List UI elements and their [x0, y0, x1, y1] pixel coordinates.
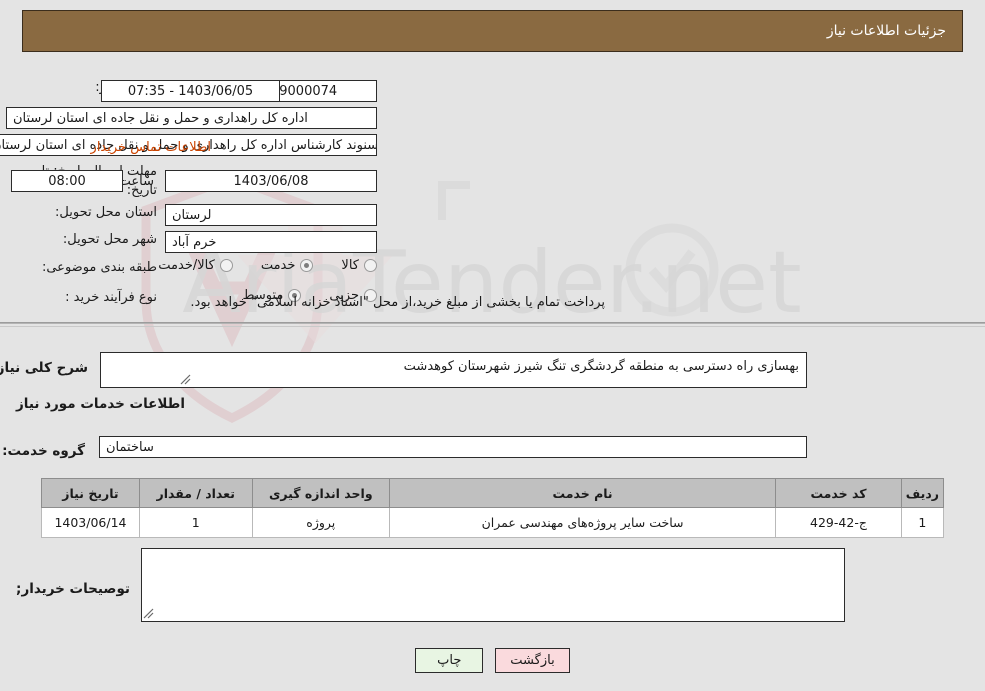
- description-resize-grip[interactable]: [180, 374, 191, 385]
- services-section-title: اطلاعات خدمات مورد نیاز: [15, 396, 185, 412]
- section-divider: [0, 322, 985, 324]
- city-row: شهر محل تحویل:: [63, 232, 157, 247]
- back-button[interactable]: بازگشت: [495, 648, 570, 673]
- province-value: لرستان: [165, 204, 377, 226]
- td-code: ج-42-429: [775, 507, 902, 538]
- buyer-org-value: اداره کل راهداری و حمل و نقل جاده ای است…: [6, 107, 377, 129]
- service-group-label: گروه خدمت:: [2, 443, 85, 459]
- action-button-bar: بازگشت چاپ: [0, 648, 985, 673]
- process-row: نوع فرآیند خرید :: [65, 290, 157, 305]
- buyer-comments-textarea[interactable]: [141, 548, 845, 622]
- description-label: شرح کلی نیاز:: [0, 360, 88, 376]
- category-radio-option-label: کالا: [341, 258, 359, 273]
- category-radio-option-0[interactable]: کالا: [341, 258, 377, 273]
- th-code: کد خدمت: [775, 478, 902, 508]
- page-title: جزئیات اطلاعات نیاز: [826, 23, 946, 39]
- td-name: ساخت سایر پروژه‌های مهندسی عمران: [388, 507, 777, 538]
- announce-date-value: 1403/06/05 - 07:35: [101, 80, 280, 102]
- process-note: پرداخت تمام یا بخشی از مبلغ خرید،از محل …: [190, 295, 605, 310]
- print-button[interactable]: چاپ: [415, 648, 484, 673]
- description-textarea[interactable]: بهسازی راه دسترسی به منطقه گردشگری تنگ ش…: [100, 352, 807, 388]
- th-index: ردیف: [900, 478, 945, 508]
- td-index: 1: [900, 507, 945, 538]
- td-date: 1403/06/14: [41, 507, 140, 538]
- category-radio-option-2[interactable]: کالا/خدمت: [158, 258, 233, 273]
- th-unit: واحد اندازه گیری: [251, 478, 391, 508]
- province-label: استان محل تحویل:: [55, 205, 157, 220]
- process-label: نوع فرآیند خرید :: [65, 290, 157, 305]
- td-unit: پروژه: [251, 507, 391, 538]
- service-group-value: ساختمان: [99, 436, 807, 458]
- services-table: ردیف کد خدمت نام خدمت واحد اندازه گیری ت…: [41, 478, 945, 538]
- radio-icon[interactable]: [219, 259, 233, 272]
- category-radio-option-label: خدمت: [260, 258, 296, 273]
- buyer-comments-resize-grip[interactable]: [143, 608, 154, 619]
- th-date: تاریخ نیاز: [41, 478, 140, 508]
- deadline-time-value: 08:00: [11, 170, 123, 192]
- td-quantity: 1: [138, 507, 253, 538]
- category-radio-option-label: کالا/خدمت: [158, 258, 215, 273]
- table-header-row: ردیف کد خدمت نام خدمت واحد اندازه گیری ت…: [41, 478, 945, 508]
- deadline-date-value: 1403/06/08: [165, 170, 377, 192]
- page-header: جزئیات اطلاعات نیاز: [22, 10, 963, 52]
- radio-icon[interactable]: [364, 259, 377, 272]
- city-label: شهر محل تحویل:: [62, 232, 157, 247]
- th-name: نام خدمت: [388, 478, 777, 508]
- category-radio-group[interactable]: کالا خدمت کالا/خدمت: [134, 258, 377, 273]
- radio-icon[interactable]: [300, 259, 314, 272]
- city-value: خرم آباد: [165, 231, 377, 253]
- buyer-comments-label: توصیحات خریدار;: [16, 581, 130, 597]
- section-divider-shadow: [0, 326, 985, 327]
- th-quantity: تعداد / مقدار: [138, 478, 253, 508]
- buyer-contact-link[interactable]: اطلاعات تماس خریدار: [87, 140, 215, 155]
- province-row: استان محل تحویل:: [55, 205, 157, 220]
- category-radio-option-1[interactable]: خدمت: [261, 258, 314, 273]
- table-row[interactable]: 1 ج-42-429 ساخت سایر پروژه‌های مهندسی عمرا…: [41, 507, 945, 538]
